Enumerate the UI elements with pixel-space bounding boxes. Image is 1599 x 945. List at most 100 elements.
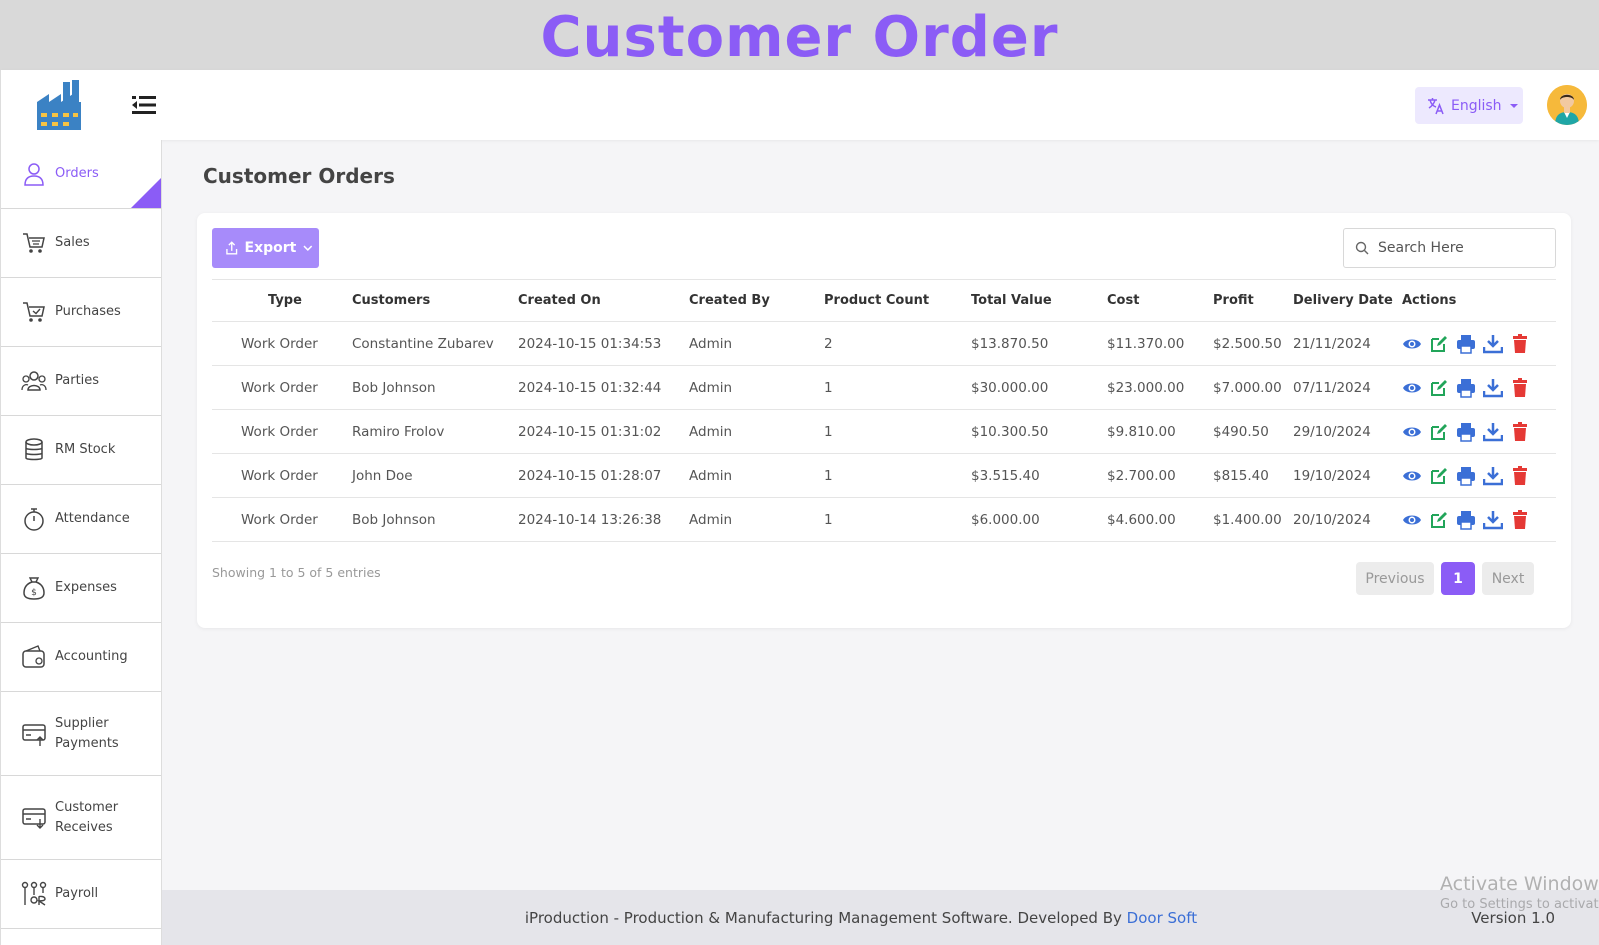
previous-page-button[interactable]: Previous (1356, 562, 1434, 595)
view-icon[interactable] (1402, 378, 1422, 398)
sidebar-item-label: Accounting (55, 649, 128, 664)
cell-created-by: Admin (689, 321, 824, 366)
cell-actions (1402, 321, 1556, 366)
cell-cost: $23.000.00 (1107, 365, 1213, 410)
cell-created-by: Admin (689, 453, 824, 498)
orders-table: Type Customers Created On Created By Pro… (212, 279, 1556, 542)
download-icon[interactable] (1483, 378, 1503, 398)
footer-text: iProduction - Production & Manufacturing… (162, 909, 1560, 927)
cell-customer: Constantine Zubarev (352, 321, 518, 366)
print-icon[interactable] (1456, 334, 1476, 354)
sidebar-item-accounting[interactable]: Accounting (1, 623, 161, 692)
download-icon[interactable] (1483, 466, 1503, 486)
cell-product-count: 2 (824, 321, 971, 366)
view-icon[interactable] (1402, 510, 1422, 530)
cell-created-by: Admin (689, 497, 824, 542)
cell-customer: John Doe (352, 453, 518, 498)
factory-logo-icon[interactable] (35, 80, 83, 130)
card-out-icon (22, 723, 46, 746)
print-icon[interactable] (1456, 422, 1476, 442)
cell-product-count: 1 (824, 409, 971, 454)
next-page-button[interactable]: Next (1482, 562, 1534, 595)
download-icon[interactable] (1483, 422, 1503, 442)
user-avatar[interactable] (1547, 85, 1587, 125)
cart-icon (23, 233, 45, 253)
edit-icon[interactable] (1429, 422, 1449, 442)
column-header-created-by[interactable]: Created By (689, 279, 824, 322)
sidebar-item-attendance[interactable]: Attendance (1, 485, 161, 554)
table-row: Work Order Bob Johnson 2024-10-14 13:26:38… (212, 497, 1556, 542)
sidebar-item-purchases[interactable]: Purchases (1, 278, 161, 347)
view-icon[interactable] (1402, 466, 1422, 486)
sidebar-item-label: Payroll (55, 886, 99, 901)
page-1-button[interactable]: 1 (1441, 562, 1475, 595)
cell-created-by: Admin (689, 409, 824, 454)
view-icon[interactable] (1402, 422, 1422, 442)
cell-total-value: $10.300.50 (971, 409, 1107, 454)
cell-created-on: 2024-10-15 01:31:02 (518, 409, 689, 454)
delete-icon[interactable] (1510, 333, 1530, 354)
delete-icon[interactable] (1510, 377, 1530, 398)
sidebar-item-supplier-payments[interactable]: Supplier Payments (1, 692, 161, 776)
column-header-created-on[interactable]: Created On (518, 279, 689, 322)
stopwatch-icon (24, 508, 44, 531)
entries-info: Showing 1 to 5 of 5 entries (212, 565, 381, 580)
search-box (1343, 228, 1556, 268)
cell-cost: $11.370.00 (1107, 321, 1213, 366)
edit-icon[interactable] (1429, 334, 1449, 354)
edit-icon[interactable] (1429, 466, 1449, 486)
print-icon[interactable] (1456, 510, 1476, 530)
cell-delivery-date: 29/10/2024 (1293, 409, 1402, 454)
svg-text:$: $ (31, 588, 37, 598)
sidebar-item-expenses[interactable]: $ Expenses (1, 554, 161, 623)
column-header-total-value[interactable]: Total Value (971, 279, 1107, 322)
column-header-type[interactable]: Type (212, 279, 352, 322)
print-icon[interactable] (1456, 378, 1476, 398)
footer: iProduction - Production & Manufacturing… (162, 890, 1599, 945)
cell-delivery-date: 20/10/2024 (1293, 497, 1402, 542)
column-header-product-count[interactable]: Product Count (824, 279, 971, 322)
cell-customer: Bob Johnson (352, 497, 518, 542)
column-header-actions: Actions (1402, 279, 1556, 322)
column-header-delivery-date[interactable]: Delivery Date (1293, 279, 1402, 322)
sidebar-item-rm-stock[interactable]: RM Stock (1, 416, 161, 485)
cell-delivery-date: 21/11/2024 (1293, 321, 1402, 366)
sidebar-item-parties[interactable]: Parties (1, 347, 161, 416)
search-input[interactable] (1378, 240, 1538, 256)
payroll-icon (21, 881, 47, 906)
cell-type: Work Order (212, 321, 352, 366)
language-selector[interactable]: English (1415, 87, 1523, 124)
caret-down-icon (1509, 103, 1518, 108)
delete-icon[interactable] (1510, 465, 1530, 486)
cell-profit: $815.40 (1213, 453, 1293, 498)
cell-created-on: 2024-10-14 13:26:38 (518, 497, 689, 542)
download-icon[interactable] (1483, 334, 1503, 354)
edit-icon[interactable] (1429, 510, 1449, 530)
delete-icon[interactable] (1510, 421, 1530, 442)
sidebar-item-label: Parties (55, 373, 100, 388)
download-icon[interactable] (1483, 510, 1503, 530)
sidebar-item-orders[interactable]: Orders (1, 140, 161, 209)
delete-icon[interactable] (1510, 509, 1530, 530)
export-button[interactable]: Export (212, 228, 319, 268)
column-header-profit[interactable]: Profit (1213, 279, 1293, 322)
search-icon (1355, 241, 1369, 255)
edit-icon[interactable] (1429, 378, 1449, 398)
view-icon[interactable] (1402, 334, 1422, 354)
cell-product-count: 1 (824, 497, 971, 542)
page-title: Customer Orders (203, 164, 395, 188)
cell-actions (1402, 409, 1556, 454)
cell-cost: $2.700.00 (1107, 453, 1213, 498)
sidebar-item-customer-receives[interactable]: Customer Receives (1, 776, 161, 860)
door-soft-link[interactable]: Door Soft (1127, 909, 1197, 927)
cell-profit: $1.400.00 (1213, 497, 1293, 542)
column-header-cost[interactable]: Cost (1107, 279, 1213, 322)
cell-cost: $4.600.00 (1107, 497, 1213, 542)
print-icon[interactable] (1456, 466, 1476, 486)
cell-product-count: 1 (824, 365, 971, 410)
card-in-icon (22, 807, 46, 829)
column-header-customers[interactable]: Customers (352, 279, 518, 322)
sidebar-item-sales[interactable]: Sales (1, 209, 161, 278)
sidebar-item-payroll[interactable]: Payroll (1, 860, 161, 929)
menu-toggle-icon[interactable] (132, 94, 156, 116)
